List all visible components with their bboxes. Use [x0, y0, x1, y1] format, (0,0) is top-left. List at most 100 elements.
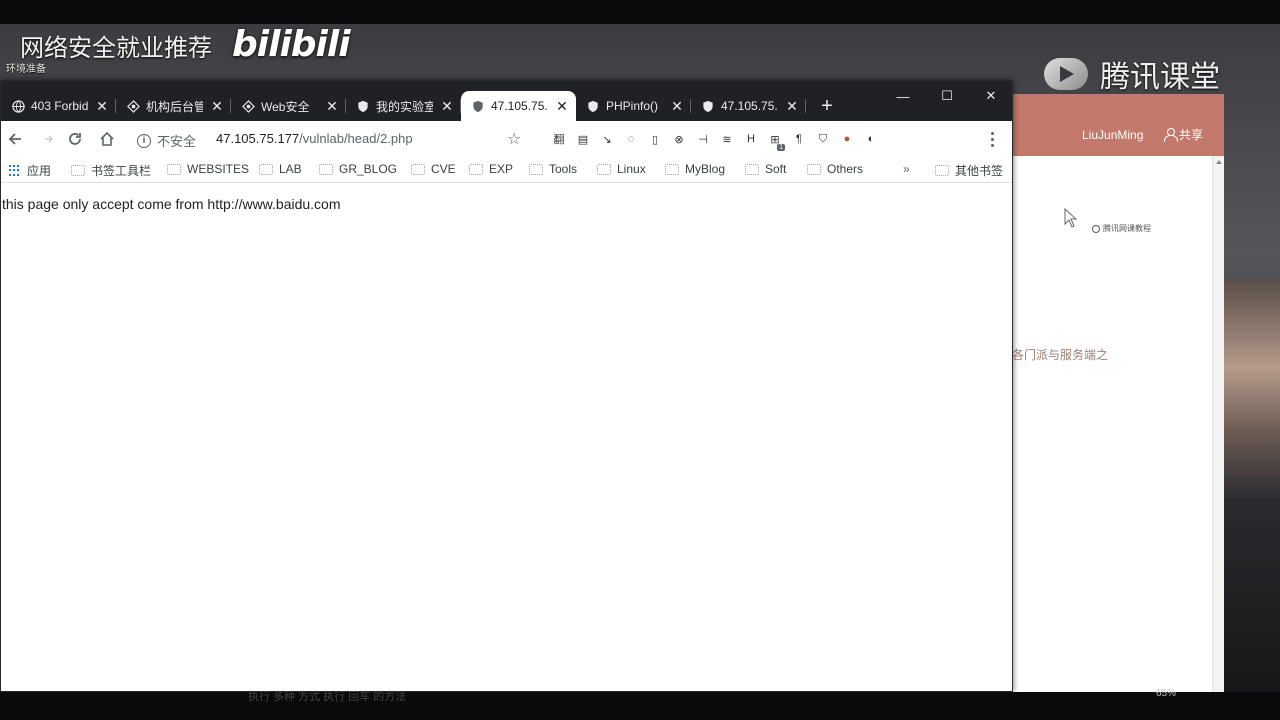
- diamond-icon: [241, 99, 255, 113]
- url-path: /vulnlab/head/2.php: [299, 131, 413, 146]
- paragraph-extension-icon[interactable]: ¶: [789, 129, 809, 149]
- folder-icon: [319, 163, 333, 175]
- bookmark-star-icon[interactable]: ☆: [507, 129, 521, 149]
- tab-phpinfo[interactable]: PHPinfo() ✕: [576, 91, 691, 121]
- minimize-button[interactable]: —: [881, 81, 925, 111]
- bookmark-gr-blog[interactable]: GR_BLOG: [319, 162, 397, 176]
- bookmark-linux[interactable]: Linux: [597, 162, 646, 176]
- tab-close-icon[interactable]: ✕: [554, 98, 570, 114]
- chrome-titlebar: 403 Forbidden ✕ 机构后台管理 ✕ Web安全 ✕: [1, 81, 1012, 121]
- video-overlay-title: 网络安全就业推荐: [20, 34, 212, 62]
- shield-icon: [586, 99, 600, 113]
- bookmarks-overflow-chevron-icon[interactable]: »: [903, 162, 910, 176]
- chrome-menu-button[interactable]: [985, 129, 999, 149]
- extensions-bar: 翻 ▤ ↘ ◌ ▯ ⊗ ⊣ ≋ H ⊞ 1 ¶ ⛉ ● ◐: [549, 129, 881, 151]
- tab-47-105-75-177-second[interactable]: 47.105.75.177 ✕: [691, 91, 806, 121]
- folder-icon: [529, 163, 543, 175]
- tool-extension-icon[interactable]: ⊣: [693, 129, 713, 149]
- brand-logo-icon: [1092, 224, 1100, 233]
- back-button[interactable]: [3, 127, 27, 151]
- address-bar[interactable]: 47.105.75.177/vulnlab/head/2.php: [216, 131, 413, 146]
- tab-strip: 403 Forbidden ✕ 机构后台管理 ✕ Web安全 ✕: [1, 91, 842, 121]
- mouse-cursor-icon: [1064, 207, 1078, 228]
- scroll-up-icon: [1216, 160, 1222, 164]
- maximize-button[interactable]: ☐: [925, 81, 969, 111]
- other-bookmarks-folder[interactable]: 其他书签: [935, 162, 1003, 179]
- info-icon: i: [137, 133, 151, 148]
- pointer-extension-icon[interactable]: ↘: [597, 129, 617, 149]
- tab-close-icon[interactable]: ✕: [209, 98, 225, 114]
- reload-button[interactable]: [63, 127, 87, 151]
- record-extension-icon[interactable]: ●: [837, 129, 857, 149]
- person-icon: [1164, 128, 1178, 142]
- close-window-button[interactable]: ✕: [969, 81, 1013, 111]
- bookmark-websites[interactable]: WEBSITES: [167, 162, 249, 176]
- bookmark-exp[interactable]: EXP: [469, 162, 513, 176]
- tab-active-47-105-75-177[interactable]: 47.105.75.177 ✕: [461, 91, 576, 121]
- bookmark-myblog[interactable]: MyBlog: [665, 162, 725, 176]
- bookmark-soft[interactable]: Soft: [745, 162, 786, 176]
- notes-extension-icon[interactable]: ▤: [573, 129, 593, 149]
- circle-extension-icon[interactable]: ◌: [621, 129, 641, 149]
- video-bottom-band: [0, 692, 1280, 720]
- folder-icon: [167, 163, 181, 175]
- bookmark-toolbar-folder[interactable]: 书签工具栏: [71, 162, 151, 179]
- new-tab-button[interactable]: +: [812, 91, 842, 121]
- page-content: this page only accept come from http://w…: [1, 184, 1012, 691]
- background-app-window: LiuJunMing 共享 腾讯网课教程 各门派与服务端之: [1000, 94, 1224, 692]
- h-extension-icon[interactable]: H: [741, 129, 761, 149]
- video-top-band: [0, 0, 1280, 24]
- dot-icon: [990, 137, 994, 141]
- bookmark-others[interactable]: Others: [807, 162, 863, 176]
- background-app-bottom-text: 执行 多种 方式 执行 回车 的方法: [248, 691, 407, 703]
- url-host: 47.105.75.177: [216, 131, 300, 146]
- security-indicator[interactable]: i 不安全: [137, 131, 196, 150]
- bookmark-lab[interactable]: LAB: [259, 162, 302, 176]
- background-app-username: LiuJunMing: [1082, 128, 1144, 142]
- arrow-left-icon: [8, 133, 21, 145]
- folder-icon: [469, 163, 483, 175]
- tab-403-forbidden[interactable]: 403 Forbidden ✕: [1, 91, 116, 121]
- browser-toolbar: i 不安全 47.105.75.177/vulnlab/head/2.php ☆…: [1, 121, 1012, 157]
- block-extension-icon[interactable]: ⊗: [669, 129, 689, 149]
- shield-extension-icon[interactable]: ⛉: [813, 129, 833, 149]
- folder-icon: [597, 163, 611, 175]
- shield-icon: [356, 99, 370, 113]
- tab-close-icon[interactable]: ✕: [439, 98, 455, 114]
- background-app-share-button[interactable]: 共享: [1164, 126, 1203, 143]
- apps-grid-icon: [9, 164, 21, 177]
- tab-close-icon[interactable]: ✕: [784, 98, 800, 114]
- tab-close-icon[interactable]: ✕: [94, 98, 110, 114]
- extension-badge: 1: [777, 144, 785, 151]
- folder-icon: [71, 165, 85, 176]
- tencent-classroom-watermark: 腾讯课堂: [1040, 52, 1220, 96]
- tab-close-icon[interactable]: ✕: [324, 98, 340, 114]
- home-button[interactable]: [95, 127, 119, 151]
- grid-extension-icon[interactable]: ⊞ 1: [765, 129, 785, 151]
- folder-icon: [665, 163, 679, 175]
- forward-button[interactable]: [37, 127, 61, 151]
- tab-web-security[interactable]: Web安全 ✕: [231, 91, 346, 121]
- folder-icon: [745, 163, 759, 175]
- bookmark-apps[interactable]: 应用: [9, 162, 51, 179]
- bookmark-cve[interactable]: CVE: [411, 162, 456, 176]
- background-app-text: 各门派与服务端之: [1012, 348, 1109, 362]
- tab-my-lab[interactable]: 我的实验室 ✕: [346, 91, 461, 121]
- home-icon: [100, 131, 114, 146]
- profile-avatar-icon[interactable]: ◐: [861, 129, 881, 149]
- background-app-scrollbar[interactable]: [1212, 156, 1224, 692]
- tab-admin[interactable]: 机构后台管理 ✕: [116, 91, 231, 121]
- wifi-extension-icon[interactable]: ≋: [717, 129, 737, 149]
- tab-close-icon[interactable]: ✕: [669, 98, 685, 114]
- shield-icon: [471, 99, 485, 113]
- folder-icon: [411, 163, 425, 175]
- folder-icon: [807, 163, 821, 175]
- phone-extension-icon[interactable]: ▯: [645, 129, 665, 149]
- video-overlay-subtitle: 环境准备: [6, 64, 46, 75]
- desktop-wallpaper-glow: [1224, 280, 1280, 500]
- translate-extension-icon[interactable]: 翻: [549, 129, 569, 149]
- bilibili-logo: bilibili: [232, 24, 351, 65]
- bookmark-tools[interactable]: Tools: [529, 162, 577, 176]
- diamond-icon: [126, 99, 140, 113]
- dot-icon: [990, 131, 994, 135]
